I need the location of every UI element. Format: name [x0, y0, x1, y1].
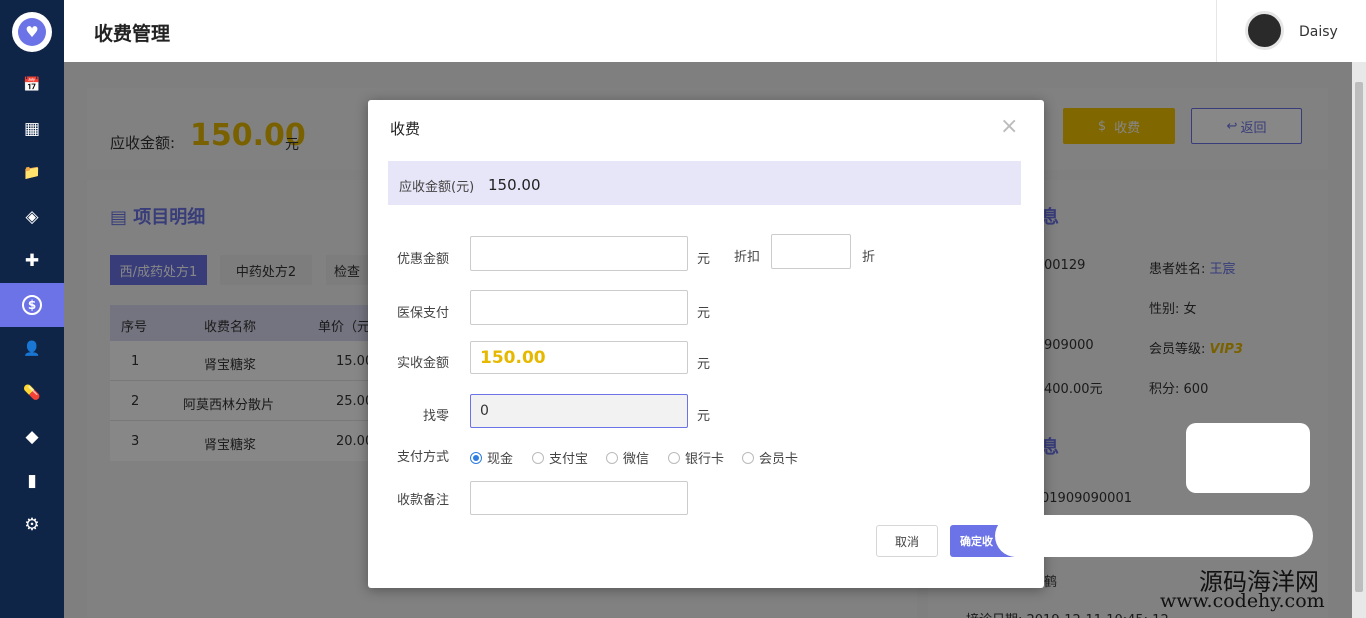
insurance-label: 医保支付 [397, 306, 450, 321]
payment-method-label: 支付方式 [397, 450, 450, 465]
gear-icon: ⚙ [24, 515, 40, 535]
remark-label: 收款备注 [397, 493, 450, 508]
change-input[interactable]: 0 [470, 394, 688, 428]
discount-amount-input[interactable] [470, 236, 688, 271]
nav-pill[interactable]: 💊 [0, 371, 64, 415]
radio-unchecked-icon [668, 451, 680, 464]
insurance-input[interactable] [470, 290, 688, 325]
folder-add-icon: 📁 [23, 165, 41, 181]
heart-pulse-icon: ♥ [18, 18, 46, 46]
radio-unchecked-icon [742, 451, 754, 464]
avatar[interactable] [1245, 11, 1284, 50]
nav-medkit[interactable]: ✚ [0, 239, 64, 283]
cancel-button[interactable]: 取消 [876, 525, 938, 557]
payment-bankcard-radio[interactable]: 银行卡 [668, 448, 724, 467]
change-unit: 元 [697, 409, 711, 424]
calendar-icon: 📅 [23, 77, 41, 93]
scrollbar-thumb[interactable] [1355, 82, 1363, 592]
payment-cash-radio[interactable]: 现金 [470, 448, 513, 467]
discount-amount-label: 优惠金额 [397, 252, 450, 267]
medkit-icon: ✚ [24, 251, 40, 271]
actual-amount-unit: 元 [697, 357, 711, 372]
payment-membercard-radio[interactable]: 会员卡 [742, 448, 798, 467]
dollar-icon: $ [22, 295, 42, 315]
close-icon[interactable]: × [1000, 114, 1018, 139]
insurance-unit: 元 [697, 306, 711, 321]
payment-membercard-label: 会员卡 [759, 452, 799, 467]
payment-cash-label: 现金 [487, 452, 514, 467]
pill-icon: 💊 [23, 385, 41, 401]
nav-calendar[interactable]: 📅 [0, 63, 64, 107]
gem-icon: ◆ [25, 427, 39, 447]
bar-chart-icon: ▮ [27, 471, 37, 491]
actual-amount-input[interactable]: 150.00 [470, 341, 688, 374]
watermark-url: www.codehy.com [1160, 590, 1325, 612]
payment-wechat-label: 微信 [623, 452, 650, 467]
page-scrollbar[interactable] [1352, 62, 1366, 618]
nav-folder-add[interactable]: 📁 [0, 151, 64, 195]
remark-input[interactable] [470, 481, 688, 515]
nav-chart[interactable]: ▮ [0, 459, 64, 503]
nav-dashboard[interactable]: ▦ [0, 107, 64, 151]
radio-unchecked-icon [532, 451, 544, 464]
header-divider [1216, 0, 1217, 62]
amount-label: 应收金额(元) [399, 180, 475, 195]
payment-bankcard-label: 银行卡 [685, 452, 725, 467]
redaction-blot [995, 515, 1313, 557]
amount-bar: 应收金额(元) 150.00 [388, 161, 1021, 205]
nav-gem[interactable]: ◆ [0, 415, 64, 459]
payment-alipay-label: 支付宝 [549, 452, 589, 467]
nav-charge[interactable]: $ [0, 283, 64, 327]
nav-route[interactable]: ◈ [0, 195, 64, 239]
discount-amount-unit: 元 [697, 252, 711, 267]
dashboard-icon: ▦ [23, 119, 41, 139]
nav-contact[interactable]: 👤 [0, 327, 64, 371]
radio-unchecked-icon [606, 451, 618, 464]
redaction-blot [1186, 423, 1310, 493]
payment-wechat-radio[interactable]: 微信 [606, 448, 649, 467]
payment-alipay-radio[interactable]: 支付宝 [532, 448, 588, 467]
diamond-route-icon: ◈ [25, 207, 39, 227]
discount-rate-label: 折扣 [734, 250, 761, 265]
charge-modal: 收费 × 应收金额(元) 150.00 优惠金额 元 折扣 折 医保支付 元 实… [368, 100, 1044, 588]
change-label: 找零 [423, 409, 450, 424]
discount-rate-unit: 折 [862, 250, 876, 265]
sidebar: ♥ 📅 ▦ 📁 ◈ ✚ $ 👤 💊 ◆ ▮ ⚙ [0, 0, 64, 618]
radio-checked-icon [470, 451, 482, 464]
modal-title: 收费 [390, 120, 421, 138]
top-header: 收费管理 Daisy [64, 0, 1366, 62]
actual-amount-label: 实收金额 [397, 356, 450, 371]
nav-settings[interactable]: ⚙ [0, 503, 64, 547]
contact-card-icon: 👤 [23, 341, 41, 357]
page-title: 收费管理 [94, 23, 171, 45]
discount-rate-input[interactable] [771, 234, 851, 269]
user-name[interactable]: Daisy [1299, 24, 1338, 40]
amount-value: 150.00 [488, 176, 541, 194]
logo[interactable]: ♥ [12, 12, 52, 52]
